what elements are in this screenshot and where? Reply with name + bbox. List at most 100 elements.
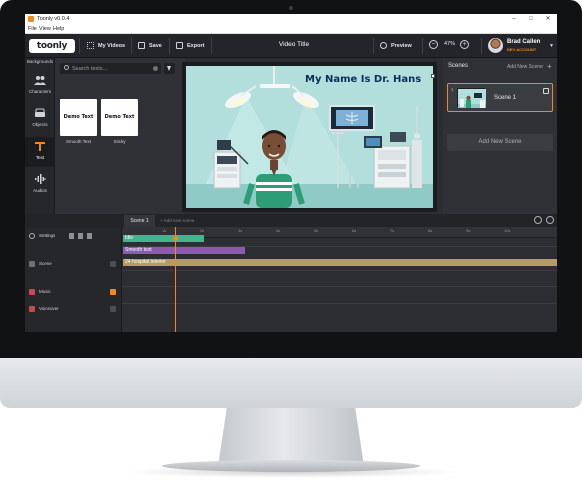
search-icon: [64, 65, 69, 70]
menu-file[interactable]: File: [28, 26, 37, 32]
add-new-scene-button[interactable]: Add New Scene: [447, 134, 553, 151]
export-button[interactable]: Export: [176, 41, 204, 51]
ruler-label: 10s: [504, 228, 511, 233]
text-card-preview: Demo Text: [63, 114, 94, 120]
toolbar-divider: [169, 38, 170, 54]
scenes-panel: Scenes Add New Scene + 1 Scene 1 Add New…: [443, 58, 557, 214]
my-videos-label: My Videos: [98, 43, 126, 49]
menu-view[interactable]: View: [39, 26, 51, 32]
minimize-button[interactable]: –: [506, 15, 522, 24]
timeline-zoom-in-icon[interactable]: [546, 216, 554, 224]
skip-forward-icon[interactable]: [87, 233, 92, 239]
track-bar-idle[interactable]: Idle: [123, 235, 204, 242]
music-icon: [29, 289, 35, 295]
rail-label-characters: Characters: [28, 89, 51, 94]
zoom-out-icon[interactable]: −: [429, 40, 438, 49]
timeline-playhead[interactable]: [175, 227, 176, 332]
track-bar-smooth-text[interactable]: Smooth text: [123, 247, 245, 254]
save-label: Save: [149, 43, 162, 49]
add-music-icon[interactable]: [110, 289, 116, 295]
rail-label-text: Text: [35, 155, 45, 160]
text-card-caption: Sticky: [113, 139, 126, 144]
search-input[interactable]: [72, 64, 150, 73]
save-button[interactable]: Save: [138, 41, 162, 51]
track-divider: [122, 303, 557, 304]
plus-icon[interactable]: +: [547, 62, 552, 71]
filter-button[interactable]: [164, 63, 175, 74]
toolbar-divider: [422, 38, 423, 54]
selection-handle[interactable]: [431, 74, 435, 78]
main-toolbar: toonly My Videos Save Export Video Title…: [25, 34, 557, 58]
chevron-down-icon[interactable]: ▼: [549, 43, 554, 49]
track-settings-icon[interactable]: [110, 261, 116, 267]
zoom-in-icon[interactable]: +: [460, 40, 469, 49]
ruler-label: 6s: [352, 228, 357, 233]
rail-label-audios: Audios: [33, 188, 47, 193]
scene-canvas[interactable]: My Name Is Dr. Hans: [186, 66, 433, 208]
app-icon: [28, 16, 34, 22]
grid-icon: [87, 42, 94, 50]
my-videos-button[interactable]: My Videos: [87, 41, 125, 51]
track-label-music: Music: [39, 289, 51, 294]
timeline-add-scene[interactable]: + Add new scene: [160, 218, 194, 223]
rail-item-characters[interactable]: Characters: [25, 71, 55, 101]
track-bar-hospital-interior[interactable]: 24 hospital interior: [123, 259, 557, 266]
rail-item-text[interactable]: Text: [25, 137, 55, 167]
characters-icon: [34, 76, 46, 85]
pause-icon[interactable]: [78, 233, 83, 239]
maximize-button[interactable]: □: [523, 15, 539, 24]
asset-category-rail: Backgrounds Characters Objects Text Audi…: [25, 58, 55, 214]
text-style-card-sticky[interactable]: Demo Text: [101, 99, 138, 136]
scene-card[interactable]: 1 Scene 1: [447, 83, 553, 112]
ruler-label: 8s: [428, 228, 433, 233]
eye-icon: [380, 42, 387, 50]
video-title[interactable]: Video Title: [259, 41, 329, 48]
text-icon: [35, 142, 45, 151]
scene-thumbnail-image: [458, 89, 486, 108]
ruler-label: 5s: [314, 228, 319, 233]
timeline-zoom-out-icon[interactable]: [534, 216, 542, 224]
audio-icon: [35, 174, 46, 184]
ruler-label: 7s: [390, 228, 395, 233]
user-name: Brad Callen: [507, 39, 541, 45]
gear-icon[interactable]: [29, 233, 35, 239]
skip-back-icon[interactable]: [69, 233, 74, 239]
ruler-label: 9s: [466, 228, 471, 233]
toolbar-divider: [481, 38, 482, 54]
timeline-track-labels: Settings Scene Music Voiceover: [25, 227, 122, 332]
rail-label-objects: Objects: [32, 122, 48, 127]
webcam-dot: [289, 6, 293, 10]
duplicate-scene-icon[interactable]: [543, 88, 549, 94]
close-button[interactable]: ✕: [540, 15, 556, 24]
preview-button[interactable]: Preview: [380, 41, 412, 51]
rail-item-audios[interactable]: Audios: [25, 170, 55, 200]
menu-help[interactable]: Help: [53, 26, 64, 32]
playhead-handle[interactable]: [173, 236, 178, 241]
text-library-panel: Demo Text Smooth Text Demo Text Sticky: [55, 58, 185, 214]
hospital-scene-illustration: [186, 66, 433, 208]
add-voiceover-icon[interactable]: [110, 306, 116, 312]
text-style-card-smooth[interactable]: Demo Text: [60, 99, 97, 136]
toolbar-divider: [79, 38, 80, 54]
zoom-level: 47%: [444, 41, 456, 47]
toonly-logo: toonly: [29, 39, 75, 53]
scene-track-icon: [29, 261, 35, 267]
timeline-add-scene-label: Add new scene: [163, 218, 195, 223]
rail-item-objects[interactable]: Objects: [25, 104, 55, 134]
filter-icon: [167, 66, 171, 71]
text-card-caption: Smooth Text: [66, 139, 91, 144]
scene-number: 1: [451, 87, 454, 92]
avatar[interactable]: [488, 38, 503, 53]
add-new-scene-link[interactable]: Add New Scene: [507, 64, 543, 70]
ruler-label: 3s: [238, 228, 243, 233]
rail-item-backgrounds[interactable]: Backgrounds: [25, 59, 55, 64]
toolbar-divider: [131, 38, 132, 54]
timeline-tab-bar: Scene 1 + Add new scene: [25, 214, 557, 227]
timeline-settings-label[interactable]: Settings: [39, 233, 55, 238]
export-label: Export: [187, 43, 205, 49]
scene-heading-text[interactable]: My Name Is Dr. Hans: [305, 74, 421, 85]
menu-bar: File View Help: [25, 25, 557, 34]
track-label-scene: Scene: [39, 261, 52, 266]
tab-scene-1[interactable]: Scene 1: [124, 215, 155, 227]
clear-search-icon[interactable]: [153, 66, 158, 71]
